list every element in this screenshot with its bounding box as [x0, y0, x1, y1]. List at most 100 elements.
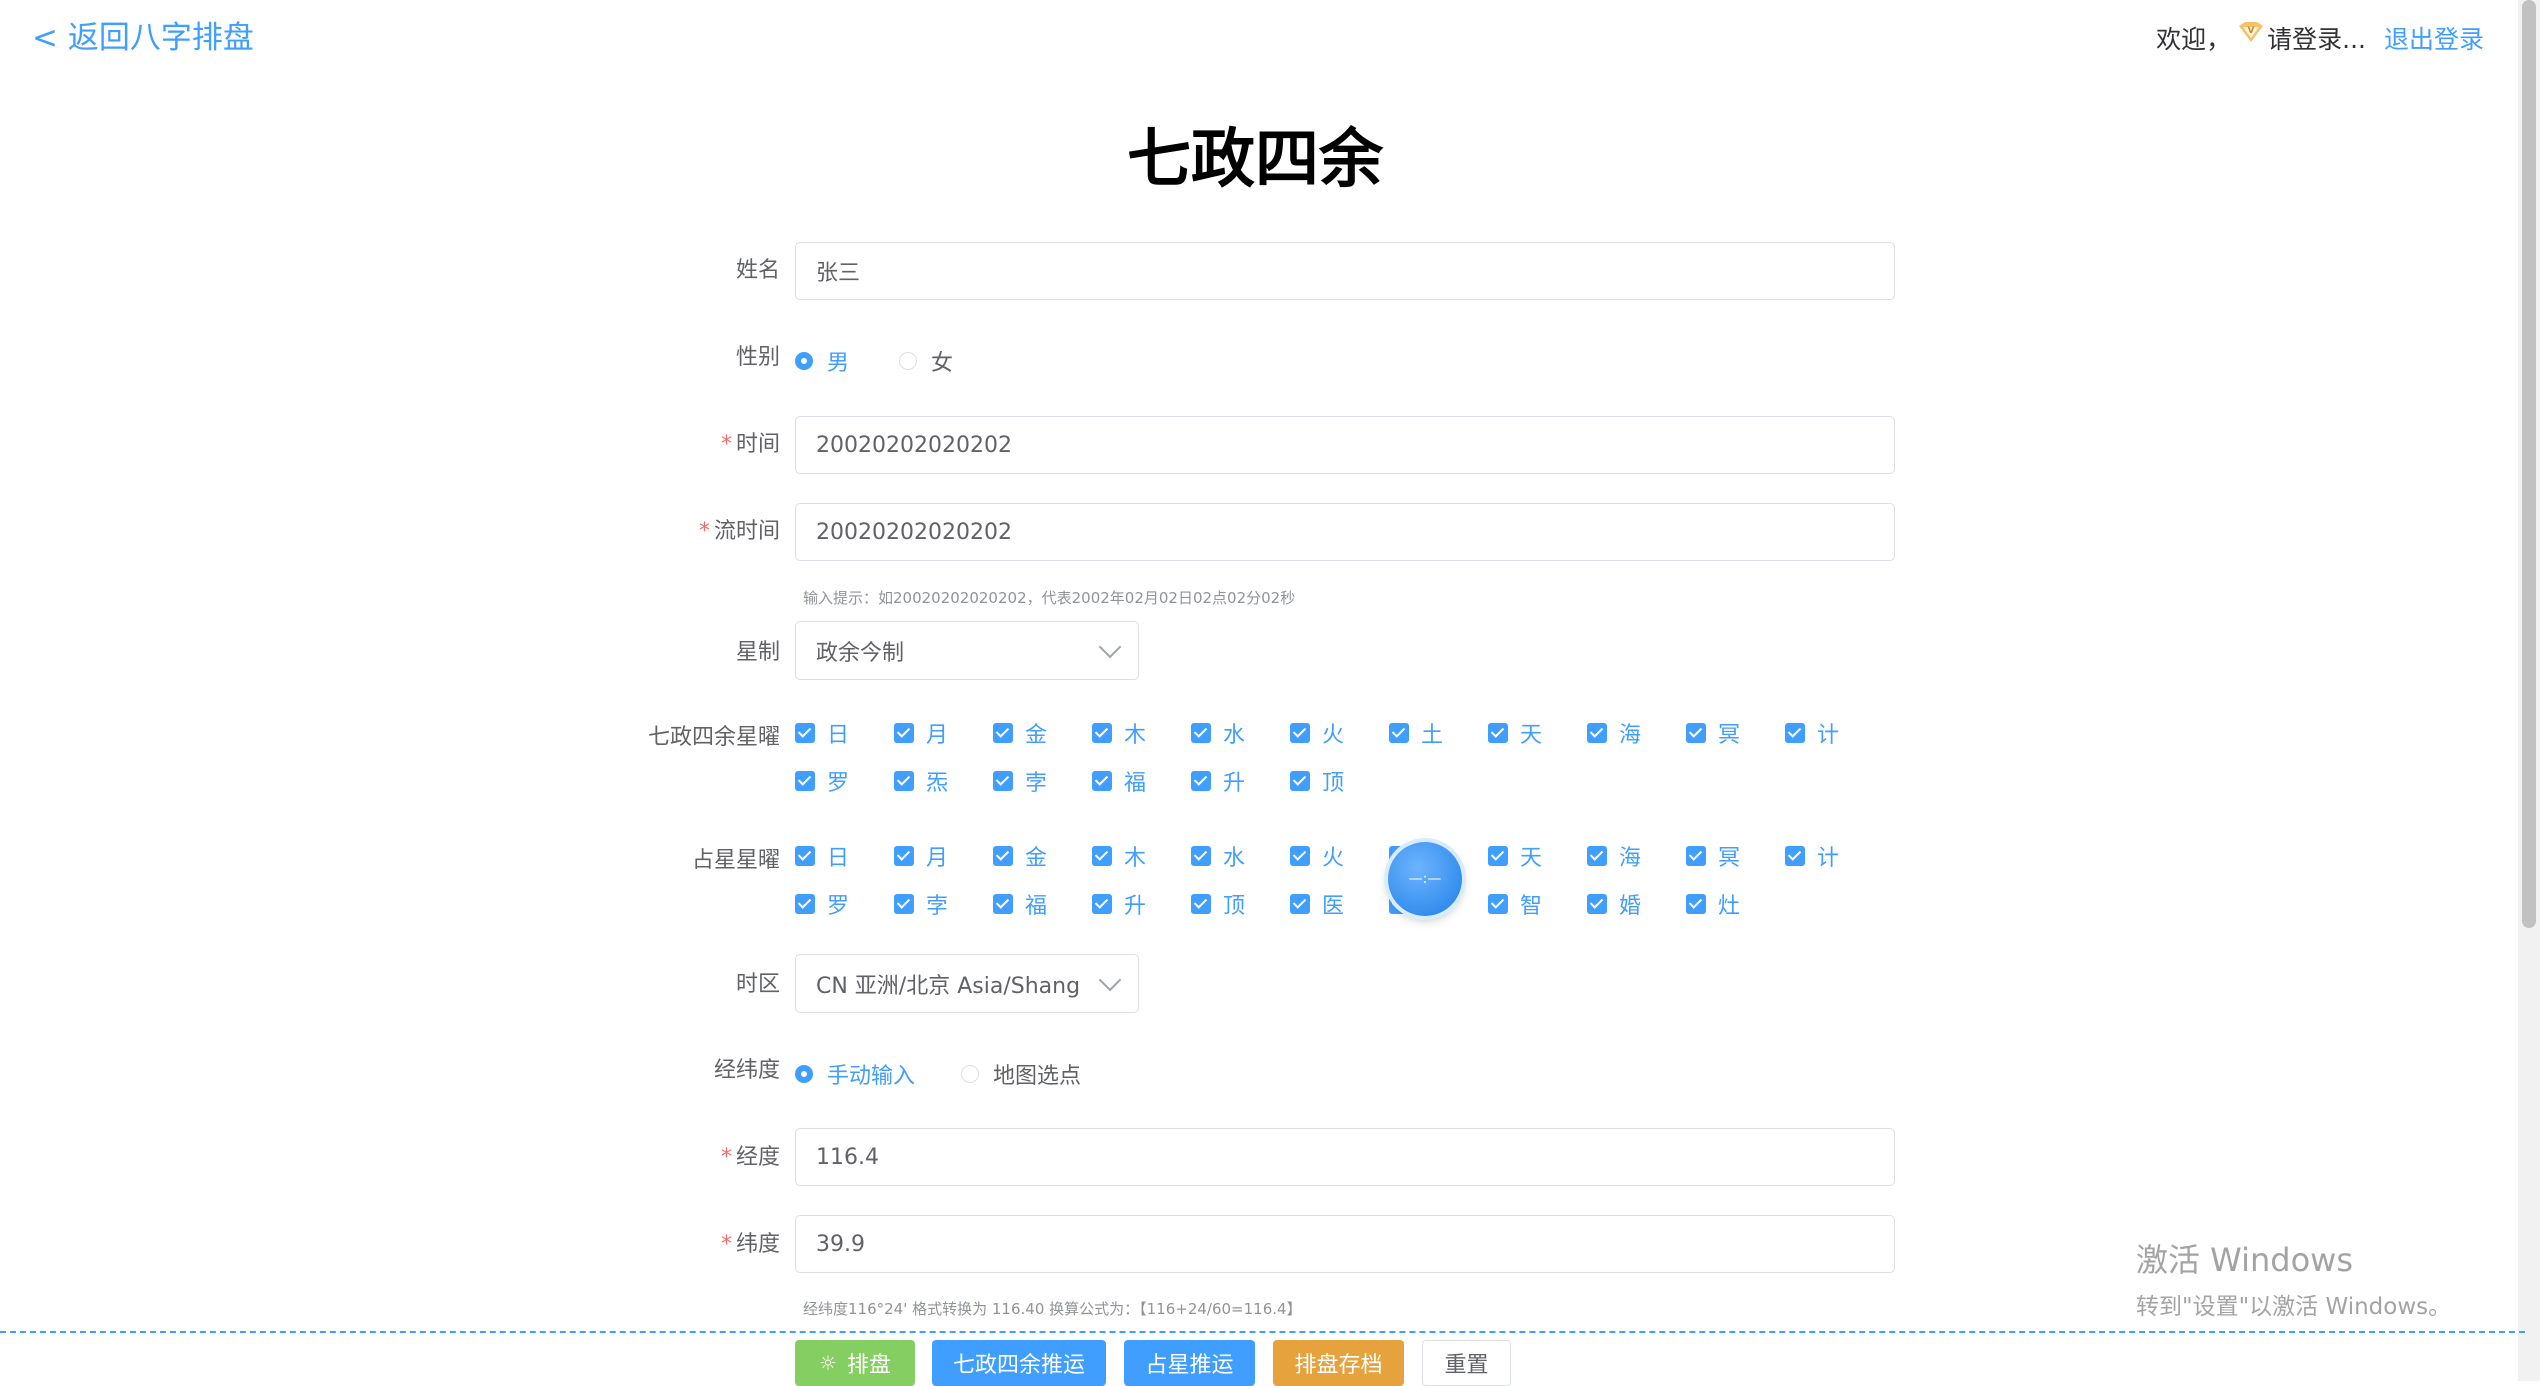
astro-forecast-button[interactable]: 占星推运 [1124, 1340, 1255, 1386]
checkbox-checked-icon [1290, 723, 1310, 743]
qizheng-star-checkbox[interactable]: 木 [1092, 720, 1191, 748]
time-input[interactable]: 20020202020202 [795, 416, 1895, 474]
longitude-input[interactable]: 116.4 [795, 1128, 1895, 1186]
astro-star-checkbox[interactable]: 智 [1488, 891, 1587, 919]
checkbox-checked-icon [1191, 894, 1211, 914]
coord-hint: 经纬度116°24' 格式转换为 116.40 换算公式为：【116+24/60… [803, 1300, 1302, 1318]
qizheng-star-checkbox[interactable]: 升 [1191, 768, 1290, 796]
qizheng-star-checkbox[interactable]: 天 [1488, 720, 1587, 748]
qizheng-star-checkbox[interactable]: 土 [1389, 720, 1488, 748]
astro-star-checkbox[interactable]: 灶 [1686, 891, 1785, 919]
astro-star-checkbox[interactable]: 顶 [1191, 891, 1290, 919]
astro-star-checkbox[interactable]: 天 [1488, 843, 1587, 871]
astro-star-checkbox[interactable]: 冥 [1686, 843, 1785, 871]
checkbox-checked-icon [1587, 723, 1607, 743]
qizheng-star-checkbox[interactable]: 顶 [1290, 768, 1389, 796]
qizheng-star-checkbox[interactable]: 罗 [795, 768, 894, 796]
chart-button[interactable]: ☼ 排盘 [795, 1340, 915, 1386]
coord-mode-radio-group: 手动输入 地图选点 [795, 1058, 1127, 1090]
checkbox-checked-icon [795, 771, 815, 791]
floating-assistant-button[interactable]: —:— [1388, 842, 1462, 916]
astro-star-checkbox[interactable]: 婚 [1587, 891, 1686, 919]
login-prompt[interactable]: 请登录... [2267, 20, 2366, 56]
logout-link[interactable]: 退出登录 [2384, 20, 2484, 56]
gender-male-radio[interactable]: 男 [795, 345, 849, 377]
checkbox-checked-icon [1488, 846, 1508, 866]
user-area: 欢迎， V 请登录... 退出登录 [2156, 20, 2484, 56]
svg-text:V: V [2248, 26, 2255, 36]
qizheng-star-checkbox[interactable]: 海 [1587, 720, 1686, 748]
qizheng-star-checkbox[interactable]: 福 [1092, 768, 1191, 796]
checkbox-checked-icon [1191, 723, 1211, 743]
checkbox-checked-icon [1092, 771, 1112, 791]
qizheng-forecast-button[interactable]: 七政四余推运 [932, 1340, 1106, 1386]
qizheng-star-checkbox[interactable]: 月 [894, 720, 993, 748]
astro-star-checkbox[interactable]: 火 [1290, 843, 1389, 871]
coord-map-radio[interactable]: 地图选点 [961, 1058, 1081, 1090]
checkbox-checked-icon [1290, 894, 1310, 914]
checkbox-checked-icon [795, 894, 815, 914]
timezone-select[interactable]: CN 亚洲/北京 Asia/Shanghai [795, 954, 1139, 1013]
checkbox-checked-icon [1785, 846, 1805, 866]
checkbox-checked-icon [993, 771, 1013, 791]
save-chart-button[interactable]: 排盘存档 [1273, 1340, 1404, 1386]
qizheng-star-checkbox[interactable]: 日 [795, 720, 894, 748]
coord-manual-radio[interactable]: 手动输入 [795, 1058, 915, 1090]
checkbox-checked-icon [795, 723, 815, 743]
name-input[interactable]: 张三 [795, 242, 1895, 300]
flow-time-label: * 流时间 [698, 519, 780, 544]
astro-star-checkbox[interactable]: 孛 [894, 891, 993, 919]
astro-star-checkbox[interactable]: 福 [993, 891, 1092, 919]
gender-female-radio[interactable]: 女 [899, 345, 953, 377]
qizheng-star-checkbox[interactable]: 炁 [894, 768, 993, 796]
astro-star-checkbox[interactable]: 水 [1191, 843, 1290, 871]
divider [0, 1331, 2525, 1333]
checkbox-checked-icon [1686, 723, 1706, 743]
latitude-input[interactable]: 39.9 [795, 1215, 1895, 1273]
checkbox-checked-icon [1092, 846, 1112, 866]
star-system-select[interactable]: 政余今制 [795, 621, 1139, 680]
qizheng-star-checkbox[interactable]: 火 [1290, 720, 1389, 748]
qizheng-star-checkbox[interactable]: 冥 [1686, 720, 1785, 748]
checkbox-checked-icon [1290, 771, 1310, 791]
checkbox-checked-icon [993, 723, 1013, 743]
qizheng-star-checkbox[interactable]: 水 [1191, 720, 1290, 748]
checkbox-checked-icon [993, 894, 1013, 914]
astro-star-checkbox[interactable]: 日 [795, 843, 894, 871]
time-label: * 时间 [720, 432, 780, 457]
astro-star-checkbox[interactable]: 计 [1785, 843, 1884, 871]
astro-star-checkbox[interactable]: 木 [1092, 843, 1191, 871]
checkbox-checked-icon [894, 894, 914, 914]
flow-time-input[interactable]: 20020202020202 [795, 503, 1895, 561]
checkbox-checked-icon [1686, 894, 1706, 914]
qizheng-star-checkbox[interactable]: 孛 [993, 768, 1092, 796]
checkbox-checked-icon [1092, 723, 1112, 743]
vip-badge-icon: V [2237, 21, 2265, 43]
checkbox-checked-icon [1488, 894, 1508, 914]
astro-star-checkbox[interactable]: 升 [1092, 891, 1191, 919]
astro-star-checkbox[interactable]: 月 [894, 843, 993, 871]
checkbox-checked-icon [1587, 846, 1607, 866]
astro-stars-label: 占星星曜 [691, 848, 780, 873]
back-to-bazi-link[interactable]: < 返回八字排盘 [32, 12, 254, 57]
scrollbar-thumb[interactable] [2522, 0, 2536, 928]
windows-activation-watermark: 激活 Windows 转到"设置"以激活 Windows。 [2136, 1241, 2452, 1320]
reset-button[interactable]: 重置 [1422, 1340, 1511, 1386]
checkbox-checked-icon [1587, 894, 1607, 914]
checkbox-checked-icon [894, 723, 914, 743]
astro-star-checkbox[interactable]: 罗 [795, 891, 894, 919]
astro-star-checkbox[interactable]: 海 [1587, 843, 1686, 871]
name-label: 姓名 [735, 258, 780, 283]
qizheng-star-checkbox[interactable]: 计 [1785, 720, 1884, 748]
astro-star-checkbox[interactable]: 医 [1290, 891, 1389, 919]
checkbox-checked-icon [1290, 846, 1310, 866]
astro-star-checkbox[interactable]: 金 [993, 843, 1092, 871]
gender-radio-group: 男 女 [795, 345, 999, 377]
checkbox-checked-icon [894, 846, 914, 866]
page-title: 七政四余 [1127, 123, 1383, 197]
star-system-label: 星制 [735, 640, 780, 665]
qizheng-star-checkbox[interactable]: 金 [993, 720, 1092, 748]
checkbox-checked-icon [993, 846, 1013, 866]
time-hint: 输入提示：如20020202020202，代表2002年02月02日02点02分… [803, 589, 1296, 607]
chevron-down-icon [1098, 635, 1122, 658]
